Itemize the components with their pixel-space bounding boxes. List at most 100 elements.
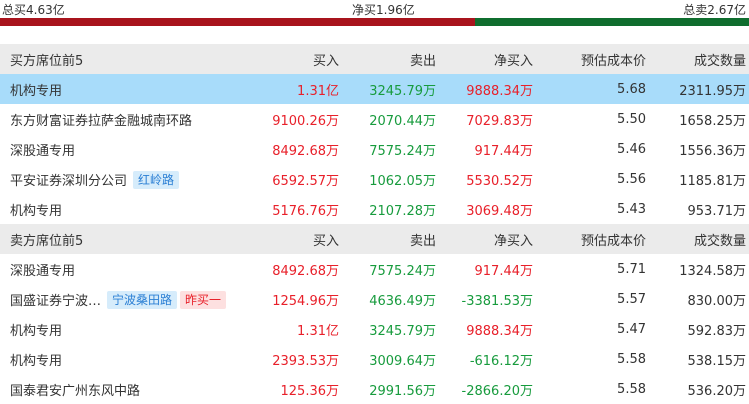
cost-cell: 5.46 (617, 141, 646, 157)
column-header[interactable]: 净买入 (439, 224, 536, 254)
buy-cell: 9100.26万 (272, 113, 339, 129)
table-row[interactable]: 机构专用 2393.53万 3009.64万 -616.12万 5.58 538.15万 (0, 344, 749, 374)
sell-cell: 3245.79万 (342, 74, 439, 104)
column-header[interactable]: 成交数量 (649, 224, 749, 254)
seat-name: 东方财富证券拉萨金融城南环路 (10, 113, 193, 129)
cost-cell: 5.47 (617, 321, 646, 337)
summary-labels: 总买4.63亿 净买1.96亿 总卖2.67亿 (0, 0, 749, 18)
cost-cell: 5.58 (617, 381, 646, 397)
buy-cell: 5176.76万 (272, 203, 339, 219)
net-buy-cell: 5530.52万 (466, 173, 533, 189)
buy-cell: 6592.57万 (272, 173, 339, 189)
seat-name-cell[interactable]: 东方财富证券拉萨金融城南环路 (0, 104, 244, 134)
column-header[interactable]: 买入 (244, 224, 342, 254)
buy-cell: 8492.68万 (272, 143, 339, 159)
branch-tag: 宁波桑田路 (107, 290, 178, 309)
cost-cell: 5.50 (617, 111, 646, 127)
volume-cell: 536.20万 (687, 383, 747, 399)
volume-cell: 953.71万 (687, 203, 747, 219)
buy-sell-ratio-bar (0, 18, 749, 26)
net-buy-cell: 7029.83万 (466, 113, 533, 129)
volume-cell: 830.00万 (687, 293, 747, 309)
table-row[interactable]: 深股通专用 8492.68万 7575.24万 917.44万 5.71 1324.58万 (0, 254, 749, 284)
net-buy-label: 净买1.96亿 (352, 3, 415, 17)
buy-section-title: 买方席位前5 (0, 44, 244, 74)
seat-name-cell[interactable]: 机构专用 (0, 194, 244, 224)
net-buy-cell: 9888.34万 (439, 74, 536, 104)
volume-cell: 1324.58万 (679, 263, 746, 279)
sell-cell: 7575.24万 (369, 143, 436, 159)
sell-cell: 1062.05万 (369, 173, 436, 189)
seat-name: 机构专用 (10, 353, 63, 369)
table-row[interactable]: 国泰君安广州东风中路 125.36万 2991.56万 -2866.20万 5.58 53… (0, 374, 749, 404)
buy-cell: 1.31亿 (297, 323, 339, 339)
buy-cell: 8492.68万 (272, 263, 339, 279)
volume-cell: 1658.25万 (679, 113, 746, 129)
column-header[interactable]: 净买入 (439, 44, 536, 74)
table-row[interactable]: 国盛证券宁波… 宁波桑田路 昨买一 1254.96万 4636.49万 -3381.53万… (0, 284, 749, 314)
seat-name-cell[interactable]: 机构专用 (0, 74, 244, 104)
seat-table: 买方席位前5 买入 卖出 净买入 预估成本价 成交数量 机构专用 1.31亿 3245.79万 9… (0, 44, 749, 404)
buy-ratio-segment (0, 18, 475, 26)
net-buy-cell: -616.12万 (469, 353, 533, 369)
volume-cell: 538.15万 (687, 353, 747, 369)
sell-section-header-row: 卖方席位前5 买入 卖出 净买入 预估成本价 成交数量 (0, 224, 749, 254)
seat-name-cell[interactable]: 机构专用 (0, 344, 244, 374)
buy-cell: 125.36万 (280, 383, 340, 399)
sell-cell: 2107.28万 (369, 203, 436, 219)
cost-cell: 5.43 (617, 201, 646, 217)
seat-name-cell[interactable]: 深股通专用 (0, 134, 244, 164)
sell-cell: 3009.64万 (369, 353, 436, 369)
net-buy-cell: 917.44万 (474, 143, 534, 159)
table-row[interactable]: 机构专用 5176.76万 2107.28万 3069.48万 5.43 953.71万 (0, 194, 749, 224)
sell-cell: 2070.44万 (369, 113, 436, 129)
volume-cell: 1185.81万 (679, 173, 746, 189)
seat-name: 深股通专用 (10, 143, 76, 159)
cost-cell: 5.71 (617, 261, 646, 277)
column-header[interactable]: 预估成本价 (536, 44, 649, 74)
cost-cell: 5.56 (617, 171, 646, 187)
table-row[interactable]: 机构专用 1.31亿 3245.79万 9888.34万 5.68 2311.95万 (0, 74, 749, 104)
buy-cell: 1.31亿 (244, 74, 342, 104)
sell-section-title: 卖方席位前5 (0, 224, 244, 254)
net-buy-cell: 917.44万 (474, 263, 534, 279)
seat-name-cell[interactable]: 平安证券深圳分公司 红岭路 (0, 164, 244, 194)
seat-name: 国盛证券宁波… (10, 293, 102, 309)
column-header[interactable]: 卖出 (342, 44, 439, 74)
table-row[interactable]: 深股通专用 8492.68万 7575.24万 917.44万 5.46 1556.36万 (0, 134, 749, 164)
history-tag: 昨买一 (180, 290, 227, 309)
sell-cell: 7575.24万 (369, 263, 436, 279)
cost-cell: 5.68 (536, 74, 649, 104)
seat-name: 国泰君安广州东风中路 (10, 383, 141, 399)
buy-cell: 2393.53万 (272, 353, 339, 369)
net-buy-cell: 3069.48万 (466, 203, 533, 219)
seat-name-cell[interactable]: 国盛证券宁波… 宁波桑田路 昨买一 (0, 284, 244, 314)
seat-name: 平安证券深圳分公司 (10, 173, 128, 189)
seat-name-cell[interactable]: 机构专用 (0, 314, 244, 344)
cost-cell: 5.58 (617, 351, 646, 367)
buy-cell: 1254.96万 (272, 293, 339, 309)
net-buy-cell: -2866.20万 (461, 383, 533, 399)
branch-tag: 红岭路 (133, 170, 180, 189)
cost-cell: 5.57 (617, 291, 646, 307)
seat-name: 机构专用 (10, 323, 63, 339)
net-buy-cell: 9888.34万 (466, 323, 533, 339)
net-buy-cell: -3381.53万 (461, 293, 533, 309)
column-header[interactable]: 成交数量 (649, 44, 749, 74)
volume-cell: 592.83万 (687, 323, 747, 339)
sell-cell: 4636.49万 (369, 293, 436, 309)
seat-name-cell[interactable]: 深股通专用 (0, 254, 244, 284)
column-header[interactable]: 卖出 (342, 224, 439, 254)
column-header[interactable]: 预估成本价 (536, 224, 649, 254)
table-row[interactable]: 机构专用 1.31亿 3245.79万 9888.34万 5.47 592.83万 (0, 314, 749, 344)
total-buy-label: 总买4.63亿 (2, 3, 65, 17)
table-row[interactable]: 东方财富证券拉萨金融城南环路 9100.26万 2070.44万 7029.83万 5.… (0, 104, 749, 134)
volume-cell: 1556.36万 (679, 143, 746, 159)
sell-cell: 3245.79万 (369, 323, 436, 339)
seat-name: 深股通专用 (10, 263, 76, 279)
sell-ratio-segment (474, 18, 749, 26)
seat-name-cell[interactable]: 国泰君安广州东风中路 (0, 374, 244, 404)
seat-name: 机构专用 (10, 83, 63, 99)
table-row[interactable]: 平安证券深圳分公司 红岭路 6592.57万 1062.05万 5530.52万 5.56… (0, 164, 749, 194)
column-header[interactable]: 买入 (244, 44, 342, 74)
